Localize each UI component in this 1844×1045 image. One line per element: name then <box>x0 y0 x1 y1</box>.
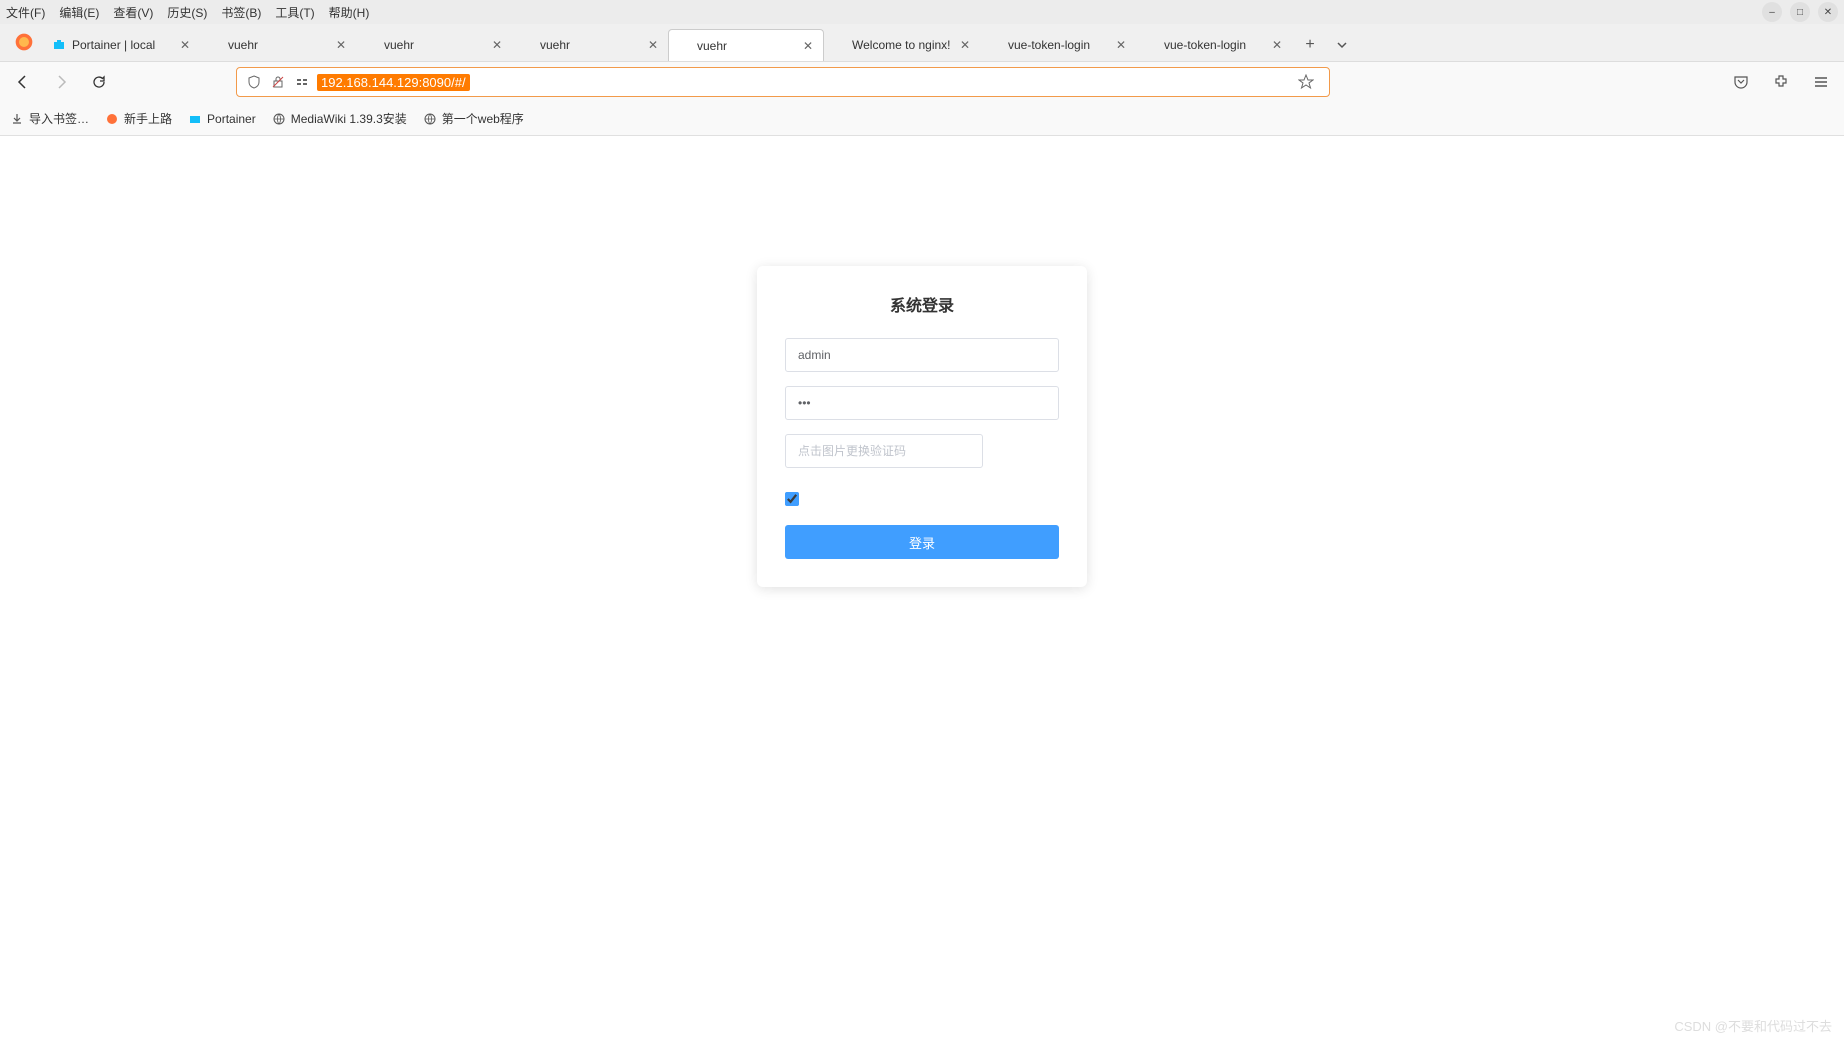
captcha-input[interactable] <box>785 434 983 468</box>
watermark: CSDN @不要和代码过不去 <box>1674 1016 1832 1035</box>
bookmark-2[interactable]: Portainer <box>188 110 256 127</box>
bookmark-label: MediaWiki 1.39.3安装 <box>291 110 407 127</box>
tab-title: vuehr <box>540 38 642 52</box>
login-button[interactable]: 登录 <box>785 525 1059 559</box>
bookmarks-bar: 导入书签… 新手上路 Portainer MediaWiki 1.39.3安装 第一个w… <box>0 102 1844 136</box>
tab-0[interactable]: Portainer | local ✕ <box>44 29 200 61</box>
app-menu-icon[interactable] <box>1808 69 1834 95</box>
shield-icon <box>245 73 263 91</box>
page-content: 系统登录 登录 <box>0 136 1844 1045</box>
tab-favicon-icon <box>832 38 846 52</box>
firefox-logo-icon <box>10 28 38 56</box>
new-tab-button[interactable]: + <box>1296 31 1324 59</box>
menu-file[interactable]: 文件(F) <box>6 4 45 21</box>
bookmark-3[interactable]: MediaWiki 1.39.3安装 <box>272 110 407 127</box>
password-input[interactable] <box>785 386 1059 420</box>
bookmark-icon <box>10 112 24 126</box>
bookmark-icon <box>272 112 286 126</box>
login-title: 系统登录 <box>785 292 1059 316</box>
menu-history[interactable]: 历史(S) <box>167 4 207 21</box>
tab-close-icon[interactable]: ✕ <box>958 38 972 52</box>
tab-favicon-icon <box>677 39 691 53</box>
menu-edit[interactable]: 编辑(E) <box>59 4 99 21</box>
tab-close-icon[interactable]: ✕ <box>490 38 504 52</box>
tab-close-icon[interactable]: ✕ <box>1270 38 1284 52</box>
tab-close-icon[interactable]: ✕ <box>178 38 192 52</box>
tab-title: vue-token-login <box>1164 38 1266 52</box>
bookmark-icon <box>105 112 119 126</box>
nav-toolbar: 192.168.144.129:8090/#/ <box>0 62 1844 102</box>
bookmark-1[interactable]: 新手上路 <box>105 110 172 127</box>
url-text: 192.168.144.129:8090/#/ <box>317 74 470 91</box>
tab-close-icon[interactable]: ✕ <box>646 38 660 52</box>
permissions-icon <box>293 73 311 91</box>
close-window-button[interactable]: ✕ <box>1818 2 1838 22</box>
bookmark-star-icon[interactable] <box>1297 73 1315 91</box>
tab-2[interactable]: vuehr ✕ <box>356 29 512 61</box>
tab-close-icon[interactable]: ✕ <box>801 39 815 53</box>
remember-checkbox[interactable] <box>785 492 799 506</box>
tab-1[interactable]: vuehr ✕ <box>200 29 356 61</box>
tab-title: vuehr <box>697 39 797 53</box>
menu-bookmarks[interactable]: 书签(B) <box>221 4 261 21</box>
tab-4[interactable]: vuehr ✕ <box>668 29 824 61</box>
tab-7[interactable]: vue-token-login ✕ <box>1136 29 1292 61</box>
pocket-icon[interactable] <box>1728 69 1754 95</box>
menu-help[interactable]: 帮助(H) <box>329 4 370 21</box>
lock-icon <box>269 73 287 91</box>
tab-5[interactable]: Welcome to nginx! ✕ <box>824 29 980 61</box>
maximize-button[interactable]: □ <box>1790 2 1810 22</box>
tab-favicon-icon <box>1144 38 1158 52</box>
menu-view[interactable]: 查看(V) <box>113 4 153 21</box>
bookmark-label: 第一个web程序 <box>442 110 524 127</box>
bookmark-label: 新手上路 <box>124 110 172 127</box>
tab-title: vue-token-login <box>1008 38 1110 52</box>
tab-favicon-icon <box>52 38 66 52</box>
minimize-button[interactable]: – <box>1762 2 1782 22</box>
bookmark-icon <box>188 112 202 126</box>
tab-title: vuehr <box>384 38 486 52</box>
remember-row <box>785 492 1059 511</box>
tab-title: vuehr <box>228 38 330 52</box>
tab-menu-button[interactable] <box>1328 31 1356 59</box>
bookmark-0[interactable]: 导入书签… <box>10 110 89 127</box>
bookmark-4[interactable]: 第一个web程序 <box>423 110 524 127</box>
bookmark-icon <box>423 112 437 126</box>
tab-strip: Portainer | local✕vuehr✕vuehr✕vuehr✕vueh… <box>0 24 1844 62</box>
tab-title: Portainer | local <box>72 38 174 52</box>
toolbar-right <box>1728 69 1834 95</box>
url-bar[interactable]: 192.168.144.129:8090/#/ <box>236 67 1330 97</box>
forward-button[interactable] <box>48 69 74 95</box>
tab-favicon-icon <box>520 38 534 52</box>
tab-favicon-icon <box>988 38 1002 52</box>
tab-close-icon[interactable]: ✕ <box>334 38 348 52</box>
tab-favicon-icon <box>364 38 378 52</box>
tab-title: Welcome to nginx! <box>852 38 954 52</box>
username-input[interactable] <box>785 338 1059 372</box>
tab-close-icon[interactable]: ✕ <box>1114 38 1128 52</box>
tab-3[interactable]: vuehr ✕ <box>512 29 668 61</box>
extensions-icon[interactable] <box>1768 69 1794 95</box>
tab-6[interactable]: vue-token-login ✕ <box>980 29 1136 61</box>
bookmark-label: Portainer <box>207 112 256 126</box>
menu-tools[interactable]: 工具(T) <box>275 4 314 21</box>
login-card: 系统登录 登录 <box>757 266 1087 587</box>
menubar: 文件(F) 编辑(E) 查看(V) 历史(S) 书签(B) 工具(T) 帮助(H… <box>0 0 1844 24</box>
reload-button[interactable] <box>86 69 112 95</box>
bookmark-label: 导入书签… <box>29 110 89 127</box>
tab-favicon-icon <box>208 38 222 52</box>
window-controls: – □ ✕ <box>1762 2 1838 22</box>
back-button[interactable] <box>10 69 36 95</box>
